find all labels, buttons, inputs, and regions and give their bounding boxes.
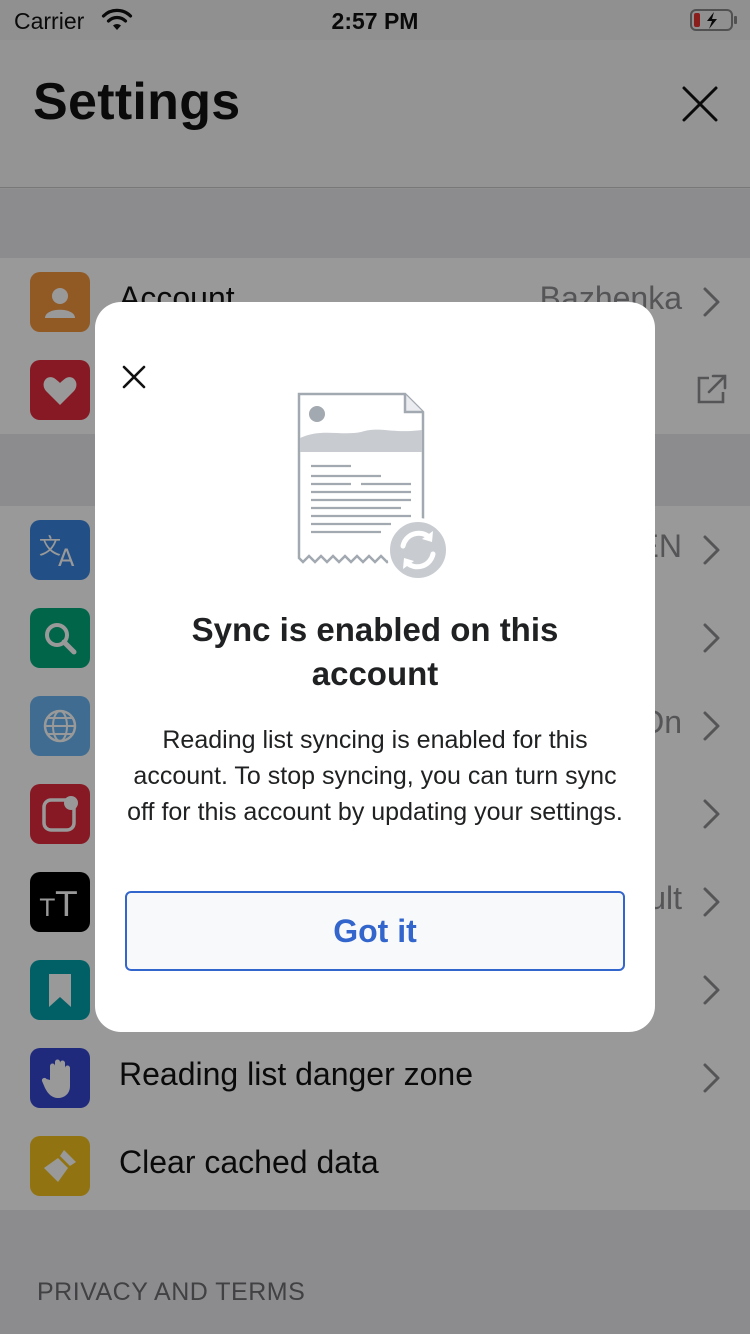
document-sync-icon bbox=[297, 392, 450, 582]
close-icon[interactable] bbox=[119, 362, 149, 392]
sync-enabled-dialog: Sync is enabled on this account Reading … bbox=[95, 302, 655, 1032]
dialog-message: Reading list syncing is enabled for this… bbox=[127, 726, 623, 826]
dialog-title: Sync is enabled on this account bbox=[191, 611, 559, 692]
got-it-button[interactable]: Got it bbox=[125, 891, 625, 971]
